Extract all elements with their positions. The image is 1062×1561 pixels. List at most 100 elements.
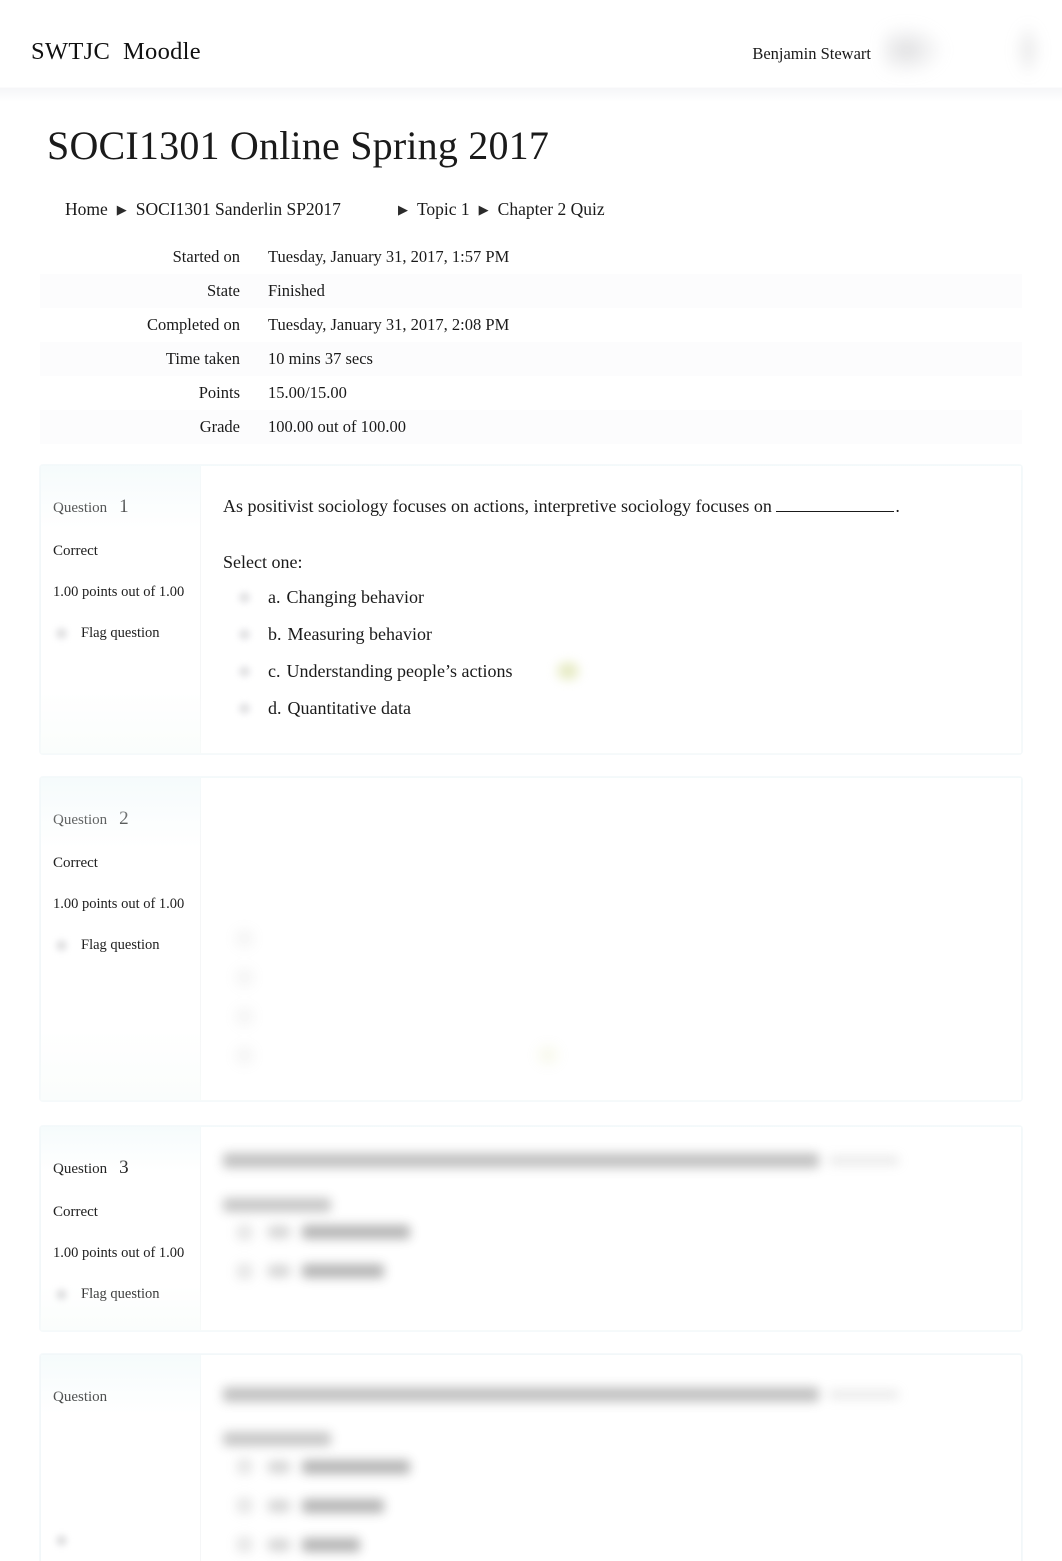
answer-option[interactable]: b. Measuring behavior [223, 616, 997, 653]
breadcrumb-item-course[interactable]: SOCI1301 Sanderlin SP2017 [136, 199, 341, 220]
question-state: Correct [53, 542, 98, 559]
redacted-answer-blank [829, 1155, 899, 1165]
question-number-row: Question [53, 1377, 190, 1414]
question-number: 1 [119, 495, 129, 517]
redacted-option-letter [268, 1538, 290, 1551]
redacted-question-content [223, 920, 997, 1074]
answer-option-letter: b. [268, 623, 282, 644]
radio-button-icon[interactable] [236, 588, 253, 606]
summary-value: Finished [268, 280, 325, 300]
radio-button-icon[interactable] [236, 699, 253, 717]
flag-question-button[interactable]: Flag question [53, 1280, 190, 1308]
user-avatar-image[interactable] [882, 24, 944, 76]
redacted-option-text [302, 1459, 410, 1474]
question-number-row: Question 2 [53, 800, 190, 837]
breadcrumb-item-quiz[interactable]: Chapter 2 Quiz [498, 199, 605, 220]
flag-icon [53, 936, 70, 954]
answer-options-list: a. Changing behavior b. Measuring behavi… [223, 579, 997, 727]
question-points: 1.00 points out of 1.00 [53, 1244, 185, 1261]
radio-button-icon [236, 1458, 253, 1476]
user-menu-icon[interactable] [1014, 22, 1042, 78]
flag-question-button[interactable] [53, 1532, 190, 1550]
summary-key: State [207, 280, 240, 300]
summary-key: Points [198, 382, 240, 402]
summary-row-grade: Grade 100.00 out of 100.00 [40, 409, 1022, 444]
redacted-answer-blank [829, 1390, 899, 1400]
select-one-label: Select one: [223, 551, 303, 572]
answer-blank [776, 498, 895, 512]
user-name-label: Benjamin Stewart [752, 44, 871, 63]
green-check-icon [553, 658, 583, 685]
question-label: Question [53, 499, 108, 516]
question-number-row: Question 3 [53, 1149, 190, 1186]
redacted-option-letter [268, 1460, 290, 1473]
breadcrumb-item-topic[interactable]: Topic 1 [417, 199, 470, 220]
radio-button-icon[interactable] [236, 625, 253, 643]
flag-question-label: Flag question [81, 1286, 160, 1303]
question-label: Question [53, 1389, 108, 1406]
flag-icon [53, 1285, 70, 1303]
flag-question-button[interactable]: Flag question [53, 931, 190, 959]
breadcrumb-separator-icon: ▶ [397, 202, 408, 217]
question-number: 3 [119, 1156, 129, 1178]
question-info-panel: Question 2 Correct 1.00 points out of 1.0… [41, 777, 201, 1100]
green-check-icon [536, 1044, 560, 1067]
question-label: Question [53, 1160, 108, 1177]
breadcrumb: Home ▶ SOCI1301 Sanderlin SP2017 ▶ Topic… [65, 199, 1022, 220]
summary-key: Started on [172, 247, 240, 266]
site-brand-link[interactable]: SWTJC Moodle [31, 38, 201, 66]
redacted-answer-option [223, 959, 997, 996]
quiz-summary-table: Started on Tuesday, January 31, 2017, 1:… [40, 240, 1022, 444]
breadcrumb-item-home[interactable]: Home [65, 199, 108, 220]
flag-icon [53, 1532, 70, 1550]
summary-row-time-taken: Time taken 10 mins 37 secs [40, 341, 1022, 376]
question-info-panel: Question 3 Correct 1.00 points out of 1.0… [41, 1126, 201, 1331]
answer-option-correct[interactable]: c. Understanding people’s actions [223, 653, 997, 690]
answer-option-text: Changing behavior [286, 586, 424, 607]
question-points: 1.00 points out of 1.00 [53, 583, 185, 600]
radio-button-icon [236, 1497, 253, 1515]
answer-option-text: Measuring behavior [287, 623, 432, 644]
question-card: Question 2 Correct 1.00 points out of 1.0… [40, 776, 1022, 1101]
redacted-select-one-label [223, 1432, 331, 1447]
question-info-panel: Question 1 Correct 1.00 points out of 1.0… [41, 465, 201, 753]
question-text-part2: . [895, 495, 900, 516]
radio-button-icon [236, 1007, 253, 1025]
summary-value: Tuesday, January 31, 2017, 1:57 PM [268, 247, 510, 266]
question-body-redacted [201, 777, 1021, 1100]
navbar-shadow [0, 88, 1062, 102]
redacted-select-one-label [223, 1197, 331, 1212]
question-text: As positivist sociology focuses on actio… [223, 492, 997, 521]
redacted-option-text [302, 1537, 360, 1552]
breadcrumb-separator-icon: ▶ [478, 202, 489, 217]
redacted-option-text [302, 1498, 384, 1513]
summary-value: 100.00 out of 100.00 [268, 416, 406, 436]
radio-button-icon [236, 968, 253, 986]
flag-icon [53, 624, 70, 642]
redacted-question-text [223, 1152, 819, 1168]
redacted-answer-option [223, 1253, 997, 1290]
radio-button-icon [236, 929, 253, 947]
radio-button-icon[interactable] [236, 662, 253, 680]
summary-key: Time taken [165, 348, 240, 368]
answer-option-letter: c. [268, 660, 281, 681]
radio-button-icon [236, 1536, 253, 1554]
answer-option[interactable]: d. Quantitative data [223, 690, 997, 727]
question-info-panel: Question [41, 1355, 201, 1561]
main-content: SOCI1301 Online Spring 2017 Home ▶ SOCI1… [0, 124, 1062, 1561]
summary-key: Completed on [146, 314, 240, 334]
page-title: SOCI1301 Online Spring 2017 [47, 123, 550, 168]
answer-option-text: Understanding people’s actions [286, 660, 513, 681]
flag-question-button[interactable]: Flag question [53, 619, 190, 647]
redacted-answer-option [223, 1487, 997, 1524]
answer-option[interactable]: a. Changing behavior [223, 579, 997, 616]
radio-button-icon [236, 1223, 253, 1241]
question-body: As positivist sociology focuses on actio… [201, 465, 1021, 753]
redacted-question-text [223, 1387, 819, 1403]
radio-button-icon [236, 1046, 253, 1064]
summary-key: Grade [199, 416, 240, 436]
redacted-answer-option [223, 1526, 997, 1561]
answer-option-letter: a. [268, 586, 281, 607]
redacted-answer-option [223, 1214, 997, 1251]
summary-value: 15.00/15.00 [268, 382, 347, 402]
